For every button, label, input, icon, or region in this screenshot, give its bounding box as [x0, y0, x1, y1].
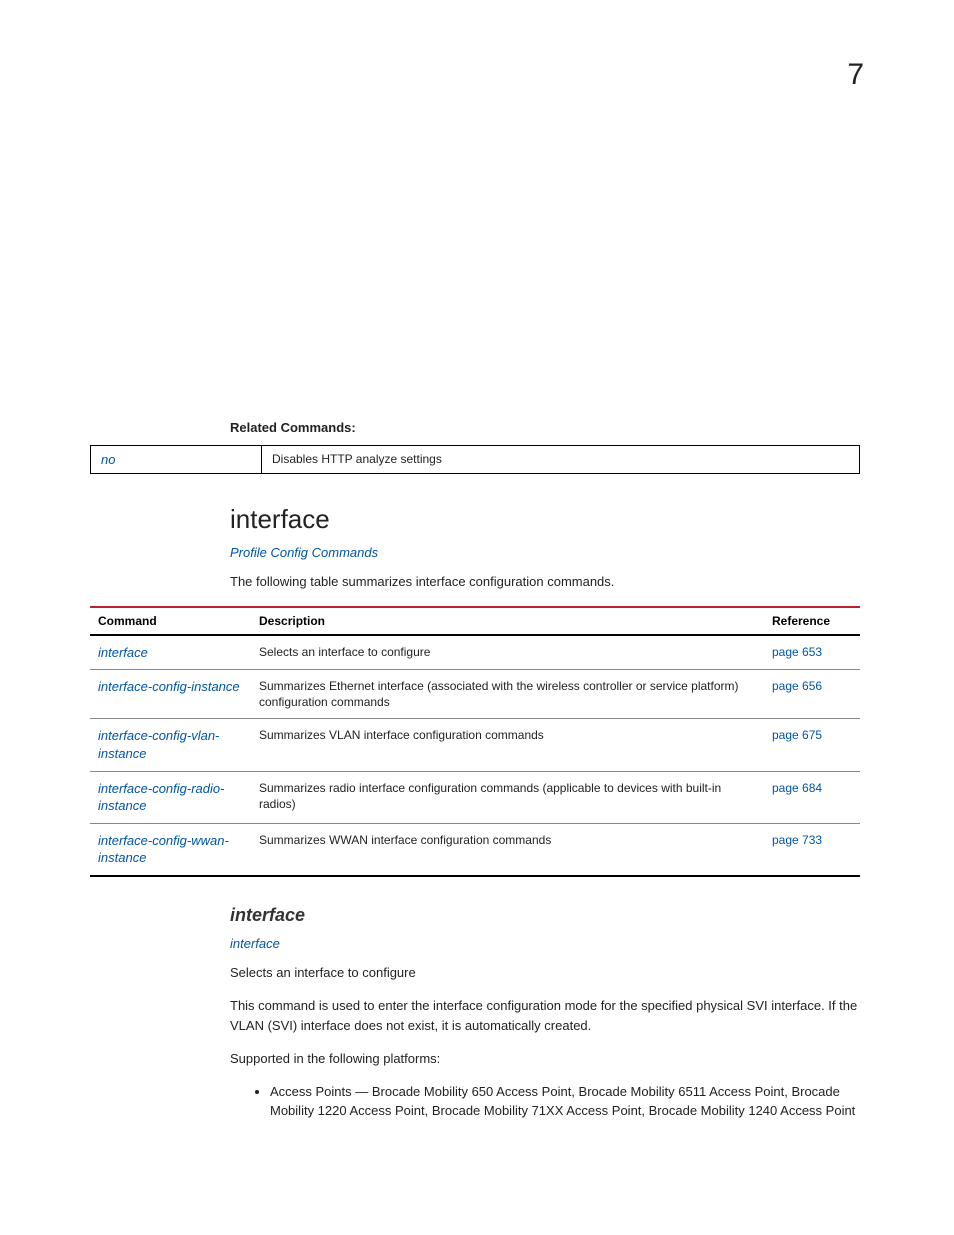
page-ref-link[interactable]: page 653 — [772, 645, 822, 659]
supported-platforms-label: Supported in the following platforms: — [230, 1049, 864, 1069]
no-command-link[interactable]: no — [101, 452, 115, 467]
page-ref-link[interactable]: page 675 — [772, 728, 822, 742]
header-description: Description — [251, 607, 764, 635]
table-row: interface-config-vlan-instance Summarize… — [90, 719, 860, 771]
header-command: Command — [90, 607, 251, 635]
interface-link[interactable]: interface — [98, 645, 148, 660]
page-number: 7 — [847, 58, 864, 92]
section-intro-text: The following table summarizes interface… — [230, 572, 864, 592]
related-commands-heading: Related Commands: — [230, 420, 864, 435]
interface-config-instance-link[interactable]: interface-config-instance — [98, 679, 240, 694]
page-ref-link[interactable]: page 684 — [772, 781, 822, 795]
page-ref-link[interactable]: page 656 — [772, 679, 822, 693]
section-heading-interface: interface — [230, 504, 864, 535]
interface-config-wwan-instance-link[interactable]: interface-config-wwan-instance — [98, 833, 229, 866]
row-description: Summarizes radio interface configuration… — [251, 771, 764, 823]
related-command-description: Disables HTTP analyze settings — [262, 446, 860, 474]
table-row: interface Selects an interface to config… — [90, 635, 860, 670]
page-ref-link[interactable]: page 733 — [772, 833, 822, 847]
row-description: Summarizes VLAN interface configuration … — [251, 719, 764, 771]
interface-commands-table: Command Description Reference interface … — [90, 606, 860, 877]
table-row: interface-config-radio-instance Summariz… — [90, 771, 860, 823]
header-reference: Reference — [764, 607, 860, 635]
table-row: no Disables HTTP analyze settings — [91, 446, 860, 474]
subsection-heading-interface: interface — [230, 905, 864, 926]
row-description: Summarizes Ethernet interface (associate… — [251, 670, 764, 719]
interface-config-vlan-instance-link[interactable]: interface-config-vlan-instance — [98, 728, 219, 761]
list-item: Access Points — Brocade Mobility 650 Acc… — [270, 1083, 864, 1121]
interface-short-desc: Selects an interface to configure — [230, 963, 864, 983]
table-row: interface-config-instance Summarizes Eth… — [90, 670, 860, 719]
interface-long-desc: This command is used to enter the interf… — [230, 996, 864, 1035]
table-row: interface-config-wwan-instance Summarize… — [90, 823, 860, 876]
profile-config-commands-link[interactable]: Profile Config Commands — [230, 545, 864, 560]
interface-sublink[interactable]: interface — [230, 936, 864, 951]
row-description: Summarizes WWAN interface configuration … — [251, 823, 764, 876]
related-commands-table: no Disables HTTP analyze settings — [90, 445, 860, 474]
row-description: Selects an interface to configure — [251, 635, 764, 670]
interface-config-radio-instance-link[interactable]: interface-config-radio-instance — [98, 781, 224, 814]
